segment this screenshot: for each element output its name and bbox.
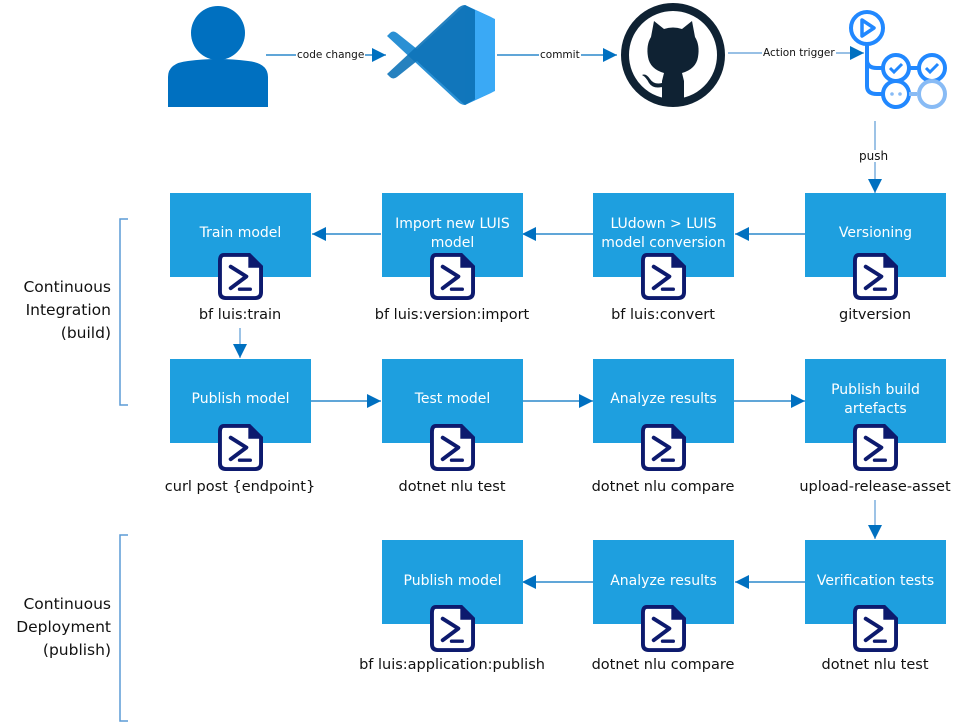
command-label: dotnet nlu test <box>398 479 506 495</box>
powershell-script-icon <box>853 605 898 652</box>
command-label: bf luis:convert <box>611 307 715 323</box>
step-title: Publish model <box>191 391 290 407</box>
step-title: Import new LUIS model <box>395 216 510 251</box>
powershell-script-icon <box>430 253 475 300</box>
cd-bracket <box>119 534 128 722</box>
powershell-script-icon <box>641 605 686 652</box>
ci-label-line: Continuous <box>23 278 111 296</box>
cd-label-line: Continuous <box>23 595 111 613</box>
person-icon <box>168 6 268 107</box>
step-title: Versioning <box>838 225 913 241</box>
step-title: Publish model <box>403 573 502 589</box>
command-label: curl post {endpoint} <box>164 479 316 495</box>
edge-label-commit: commit <box>539 49 581 61</box>
step-title: Publish build artefacts <box>831 382 920 417</box>
step-title: Test model <box>414 391 491 407</box>
ci-section-label: Continuous Integration (build) <box>6 276 111 345</box>
ci-label-line: Integration <box>25 301 111 319</box>
powershell-script-icon <box>218 424 263 471</box>
powershell-script-icon <box>853 424 898 471</box>
edge-label-push: push <box>858 149 890 163</box>
cd-section-label: Continuous Deployment (publish) <box>6 593 111 662</box>
cd-label-line: Deployment <box>16 618 111 636</box>
command-label: bf luis:application:publish <box>359 657 545 673</box>
edge-label-code-change: code change <box>296 49 366 61</box>
ci-label-line: (build) <box>60 324 111 342</box>
step-title: LUdown > LUIS model conversion <box>601 216 726 251</box>
ci-bracket <box>119 218 128 406</box>
command-label: dotnet nlu compare <box>591 479 735 495</box>
powershell-script-icon <box>641 253 686 300</box>
step-title: Verification tests <box>816 573 935 589</box>
powershell-script-icon <box>641 424 686 471</box>
github-actions-icon <box>849 10 947 109</box>
github-icon <box>621 3 725 107</box>
step-title: Train model <box>199 225 282 241</box>
cd-label-line: (publish) <box>42 641 111 659</box>
command-label: bf luis:version:import <box>374 307 530 323</box>
vscode-icon <box>387 5 495 105</box>
powershell-script-icon <box>430 424 475 471</box>
command-label: dotnet nlu test <box>821 657 929 673</box>
command-label: dotnet nlu compare <box>591 657 735 673</box>
command-label: gitversion <box>838 307 912 323</box>
powershell-script-icon <box>853 253 898 300</box>
powershell-script-icon <box>430 605 475 652</box>
command-label: upload-release-asset <box>799 479 951 495</box>
command-label: bf luis:train <box>198 307 282 323</box>
step-title: Analyze results <box>610 573 717 589</box>
powershell-script-icon <box>218 253 263 300</box>
edge-label-action-trigger: Action trigger <box>762 47 836 59</box>
step-title: Analyze results <box>610 391 717 407</box>
